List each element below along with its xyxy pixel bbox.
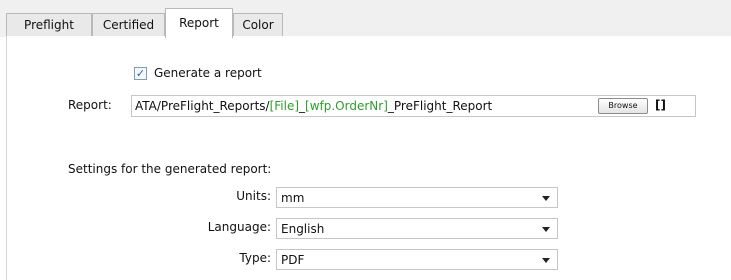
chevron-down-icon <box>542 196 550 201</box>
units-label: Units: <box>236 189 271 203</box>
units-value: mm <box>281 191 305 205</box>
language-value: English <box>281 222 325 236</box>
checkmark-icon: ✓ <box>135 67 146 80</box>
insert-variable-button[interactable]: [] <box>655 98 666 112</box>
tab-color[interactable]: Color <box>233 13 283 36</box>
units-select[interactable]: mm <box>276 187 558 208</box>
report-panel <box>6 36 731 280</box>
language-select[interactable]: English <box>276 218 558 239</box>
chevron-down-icon <box>542 258 550 263</box>
tab-report[interactable]: Report <box>165 8 233 38</box>
tab-preflight[interactable]: Preflight <box>6 13 92 36</box>
browse-button[interactable]: Browse <box>598 98 648 114</box>
language-label: Language: <box>207 220 271 234</box>
chevron-down-icon <box>542 227 550 232</box>
tab-bar: Preflight Certified Report Color <box>0 0 731 38</box>
type-select[interactable]: PDF <box>276 249 558 270</box>
report-path-text: ATA/PreFlight_Reports/[File]_[wfp.OrderN… <box>135 99 493 113</box>
settings-heading: Settings for the generated report: <box>68 162 272 176</box>
tab-certified[interactable]: Certified <box>92 13 165 36</box>
type-value: PDF <box>281 253 305 267</box>
type-label: Type: <box>239 251 271 265</box>
report-label: Report: <box>68 98 112 112</box>
generate-report-checkbox[interactable]: ✓ <box>134 67 147 80</box>
generate-report-label: Generate a report <box>154 66 262 80</box>
